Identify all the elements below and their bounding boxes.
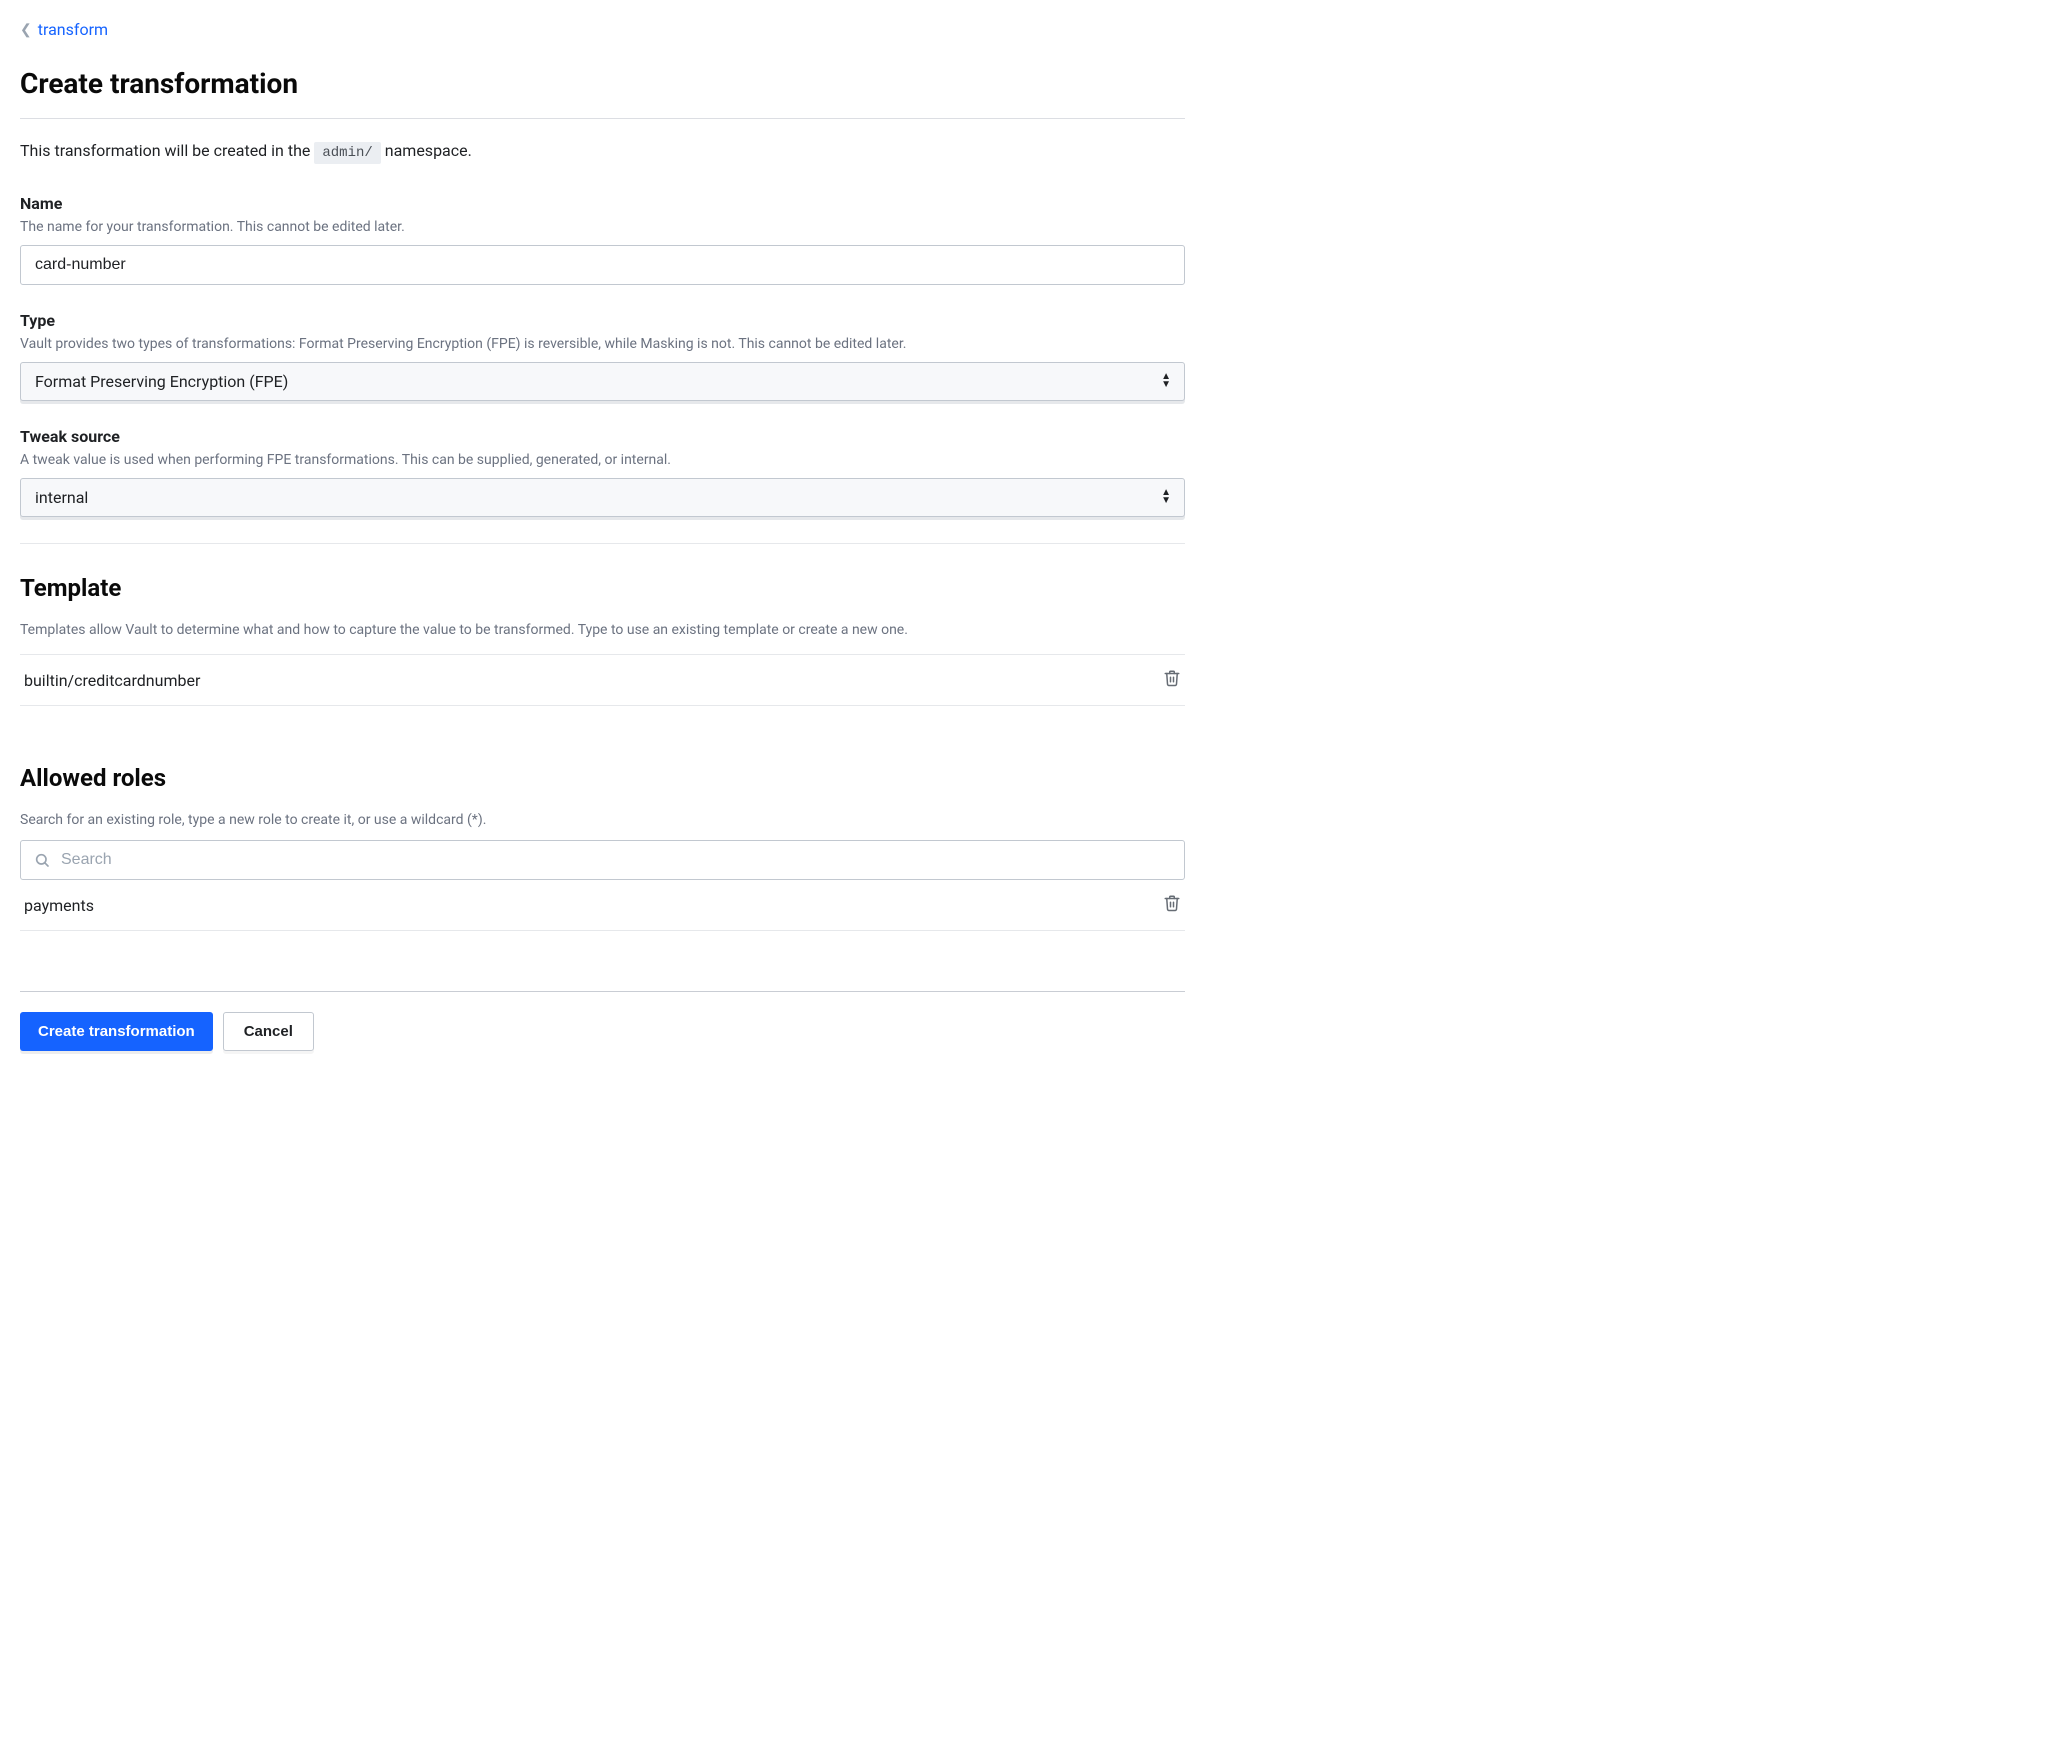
template-item-name: builtin/creditcardnumber bbox=[24, 671, 200, 690]
type-label: Type bbox=[20, 311, 1185, 330]
roles-help: Search for an existing role, type a new … bbox=[20, 812, 1185, 828]
roles-search-input[interactable] bbox=[20, 840, 1185, 880]
breadcrumb-link-transform[interactable]: transform bbox=[38, 20, 108, 39]
action-divider bbox=[20, 991, 1185, 992]
type-help: Vault provides two types of transformati… bbox=[20, 336, 1185, 352]
create-transformation-button[interactable]: Create transformation bbox=[20, 1012, 213, 1051]
field-type: Type Vault provides two types of transfo… bbox=[20, 311, 1185, 401]
name-input[interactable] bbox=[20, 245, 1185, 285]
delete-role-button[interactable] bbox=[1163, 893, 1181, 917]
template-item-row: builtin/creditcardnumber bbox=[20, 654, 1185, 706]
field-name: Name The name for your transformation. T… bbox=[20, 194, 1185, 285]
cancel-button[interactable]: Cancel bbox=[223, 1012, 314, 1051]
breadcrumb: ❮ transform bbox=[20, 20, 1185, 39]
tweak-source-select[interactable]: internal bbox=[20, 478, 1185, 517]
template-help: Templates allow Vault to determine what … bbox=[20, 622, 1185, 638]
namespace-description: This transformation will be created in t… bbox=[20, 141, 1185, 164]
trash-icon bbox=[1163, 893, 1181, 913]
page-title: Create transformation bbox=[20, 67, 1185, 119]
divider bbox=[20, 543, 1185, 544]
role-item-name: payments bbox=[24, 896, 94, 915]
template-section-title: Template bbox=[20, 574, 1185, 602]
trash-icon bbox=[1163, 668, 1181, 688]
namespace-code-chip: admin/ bbox=[314, 142, 380, 164]
field-tweak-source: Tweak source A tweak value is used when … bbox=[20, 427, 1185, 517]
role-item-row: payments bbox=[20, 880, 1185, 931]
tweak-source-help: A tweak value is used when performing FP… bbox=[20, 452, 1185, 468]
name-help: The name for your transformation. This c… bbox=[20, 219, 1185, 235]
action-buttons: Create transformation Cancel bbox=[20, 1012, 1185, 1051]
chevron-left-icon: ❮ bbox=[20, 22, 32, 38]
roles-section-title: Allowed roles bbox=[20, 764, 1185, 792]
delete-template-button[interactable] bbox=[1163, 668, 1181, 692]
tweak-source-label: Tweak source bbox=[20, 427, 1185, 446]
namespace-suffix: namespace. bbox=[381, 141, 472, 160]
namespace-prefix: This transformation will be created in t… bbox=[20, 141, 314, 160]
name-label: Name bbox=[20, 194, 1185, 213]
type-select[interactable]: Format Preserving Encryption (FPE) bbox=[20, 362, 1185, 401]
